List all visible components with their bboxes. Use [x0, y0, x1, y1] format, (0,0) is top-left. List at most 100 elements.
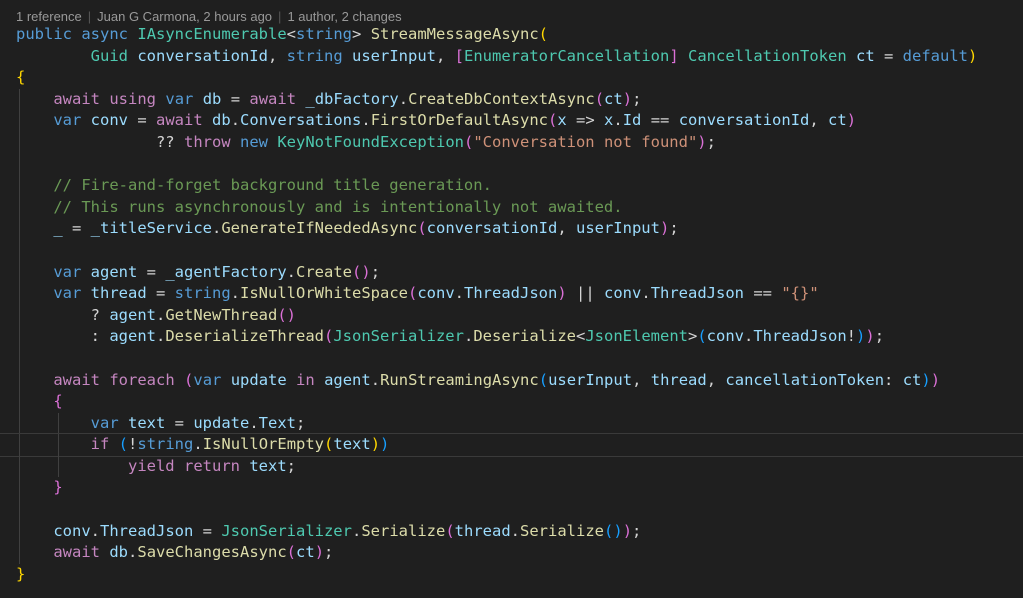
- code-token: string: [174, 284, 231, 303]
- code-token: conversationId: [137, 46, 268, 65]
- code-token: string: [137, 435, 194, 454]
- code-line[interactable]: // Fire-and-forget background title gene…: [16, 175, 1023, 197]
- code-token: (: [463, 132, 474, 151]
- code-line[interactable]: [16, 239, 1023, 262]
- code-token: ): [557, 284, 567, 303]
- code-line[interactable]: ? agent.GetNewThread(): [16, 304, 1023, 327]
- code-token: .: [249, 413, 259, 432]
- code-token: agent: [109, 327, 156, 346]
- code-token: Text: [258, 413, 296, 432]
- code-token: CreateDbContextAsync: [408, 89, 595, 108]
- code-token: thread: [90, 284, 147, 303]
- code-token: ;: [669, 219, 679, 238]
- code-line[interactable]: [16, 153, 1023, 176]
- code-token: FirstOrDefaultAsync: [370, 111, 549, 130]
- code-token: SaveChangesAsync: [137, 543, 287, 562]
- code-line[interactable]: await using var db = await _dbFactory.Cr…: [16, 88, 1023, 111]
- indent-guide: [19, 326, 20, 348]
- codelens-separator: |: [278, 8, 282, 24]
- code-editor[interactable]: 1 reference | Juan G Carmona, 2 hours ag…: [0, 0, 1023, 598]
- code-line[interactable]: {: [16, 391, 1023, 413]
- code-line[interactable]: _ = _titleService.GenerateIfNeededAsync(…: [16, 218, 1023, 240]
- code-token: yield: [127, 456, 175, 475]
- code-line[interactable]: [16, 347, 1023, 370]
- code-line[interactable]: }: [16, 564, 1023, 586]
- code-line[interactable]: var conv = await db.Conversations.FirstO…: [16, 110, 1023, 132]
- code-token: _dbFactory: [305, 89, 399, 108]
- code-line[interactable]: if (!string.IsNullOrEmpty(text)): [0, 433, 1023, 457]
- code-token: default: [902, 46, 968, 65]
- code-token: ): [968, 46, 978, 65]
- code-token: =: [128, 111, 156, 130]
- code-token: .: [463, 327, 474, 346]
- code-line[interactable]: var thread = string.IsNullOrWhiteSpace(c…: [16, 283, 1023, 305]
- code-token: .: [454, 284, 465, 303]
- code-line[interactable]: : agent.DeserializeThread(JsonSerializer…: [16, 326, 1023, 348]
- code-token: ThreadJson: [100, 521, 194, 540]
- code-line[interactable]: [16, 499, 1023, 521]
- code-line[interactable]: await db.SaveChangesAsync(ct);: [16, 542, 1023, 564]
- code-token: using: [109, 89, 157, 108]
- indent-guide: [19, 477, 20, 500]
- code-line[interactable]: }: [16, 477, 1023, 500]
- code-token: return: [184, 456, 240, 475]
- code-token: ;: [632, 521, 642, 540]
- code-line[interactable]: var agent = _agentFactory.Create();: [16, 261, 1023, 284]
- code-token: ==: [744, 284, 782, 303]
- code-token: ): [659, 219, 670, 238]
- codelens-references-link[interactable]: 1 reference: [16, 9, 82, 24]
- codelens-bar: 1 reference | Juan G Carmona, 2 hours ag…: [16, 6, 402, 26]
- code-token: ): [622, 521, 633, 540]
- code-line[interactable]: public async IAsyncEnumerable<string> St…: [16, 24, 1023, 46]
- code-token: ): [370, 435, 381, 454]
- codelens-changes-link[interactable]: 1 author, 2 changes: [287, 9, 401, 24]
- code-line[interactable]: yield return text;: [16, 455, 1023, 478]
- code-token: await: [156, 111, 203, 130]
- code-lines[interactable]: public async IAsyncEnumerable<string> St…: [0, 24, 1023, 586]
- code-line[interactable]: conv.ThreadJson = JsonSerializer.Seriali…: [16, 520, 1023, 543]
- code-token: =>: [566, 111, 605, 130]
- indent-guide: [19, 261, 20, 284]
- code-token: ): [697, 132, 707, 151]
- codelens-author-time-link[interactable]: Juan G Carmona, 2 hours ago: [97, 9, 272, 24]
- code-token: "{}": [781, 284, 819, 303]
- code-token: ThreadJson: [464, 284, 558, 303]
- code-token: if: [90, 435, 110, 454]
- code-token: await: [249, 89, 297, 108]
- code-token: <: [286, 25, 297, 43]
- code-token: ;: [874, 327, 885, 346]
- code-token: EnumeratorCancellation: [464, 46, 670, 65]
- indent-guide: [19, 175, 20, 197]
- code-token: await: [53, 370, 100, 389]
- code-token: await: [53, 543, 100, 562]
- code-line[interactable]: var text = update.Text;: [16, 412, 1023, 435]
- code-token: _agentFactory: [165, 262, 287, 281]
- code-token: :: [884, 370, 903, 389]
- code-line[interactable]: {: [16, 67, 1023, 89]
- code-token: JsonSerializer: [333, 327, 464, 346]
- indent-guide: [57, 412, 59, 435]
- code-line[interactable]: Guid conversationId, string userInput, […: [16, 46, 1023, 68]
- code-token: ;: [370, 262, 381, 281]
- code-token: .: [361, 111, 371, 130]
- code-token: ct: [902, 370, 922, 389]
- code-line[interactable]: ?? throw new KeyNotFoundException("Conve…: [16, 131, 1023, 154]
- code-token: agent: [109, 305, 156, 324]
- code-line[interactable]: await foreach (var update in agent.RunSt…: [16, 369, 1023, 392]
- code-token: agent: [324, 370, 371, 389]
- code-line[interactable]: // This runs asynchronously and is inten…: [16, 196, 1023, 219]
- code-token: conversationId: [426, 219, 558, 238]
- indent-guide: [19, 369, 20, 392]
